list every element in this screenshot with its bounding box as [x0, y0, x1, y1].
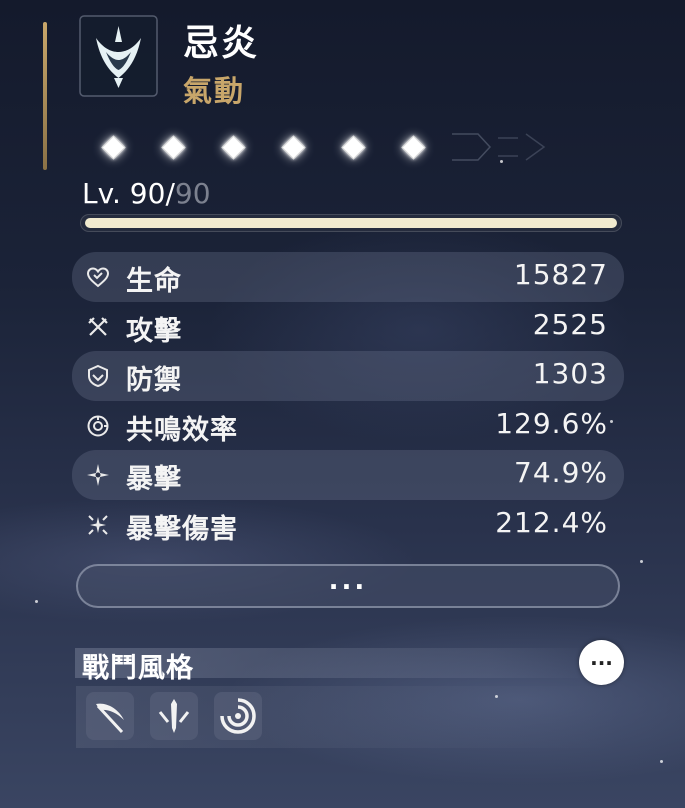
- more-stats-button[interactable]: ...: [76, 564, 620, 608]
- aero-element-icon: [76, 12, 161, 100]
- stat-value: 129.6%: [495, 406, 608, 440]
- level-progress-fill: [85, 218, 617, 228]
- sword-icon[interactable]: [150, 692, 198, 740]
- diamond-icon: [160, 134, 186, 160]
- stat-value: 1303: [532, 357, 608, 390]
- stat-value: 212.4%: [495, 505, 608, 539]
- background-star: [660, 760, 663, 763]
- background-star: [35, 600, 38, 603]
- whirlwind-icon[interactable]: [214, 692, 262, 740]
- stat-label: 攻擊: [126, 315, 182, 347]
- character-attribute: 氣動: [183, 74, 246, 108]
- stat-row-crit-rate: 暴擊 74.9%: [72, 450, 624, 500]
- diamond-icon: [220, 134, 246, 160]
- sequence-decoration: [452, 133, 546, 161]
- stat-label: 暴擊傷害: [126, 513, 238, 545]
- shield-icon: [88, 364, 108, 388]
- diamond-icon: [400, 134, 426, 160]
- stat-row-atk: 攻擊 2525: [72, 302, 624, 352]
- sequence-node[interactable]: [216, 132, 250, 162]
- sequence-node[interactable]: [396, 132, 430, 162]
- combat-style-more-button[interactable]: ···: [579, 640, 624, 685]
- stat-label: 共鳴效率: [126, 414, 238, 446]
- stat-row-crit-dmg: 暴擊傷害 212.4%: [72, 500, 624, 550]
- diamond-icon: [340, 134, 366, 160]
- combat-style-title: 戰鬥風格: [82, 653, 194, 684]
- character-name: 忌炎: [183, 23, 260, 64]
- level-label: Lv. 90/90: [82, 177, 211, 210]
- sequence-node[interactable]: [96, 132, 130, 162]
- diamond-icon: [100, 134, 126, 160]
- sequence-node[interactable]: [156, 132, 190, 162]
- resonance-icon: [87, 415, 109, 436]
- more-stats-label: ...: [328, 566, 368, 596]
- crossed-swords-icon: [88, 316, 108, 336]
- more-dots: ···: [590, 650, 613, 675]
- stats-list: 生命 15827 攻擊 2525 防禦 1303 共鳴效率 129.6% 暴擊 …: [72, 252, 624, 549]
- stat-value: 15827: [513, 258, 608, 291]
- stat-value: 2525: [532, 307, 608, 341]
- sequence-node[interactable]: [336, 132, 370, 162]
- stat-row-hp: 生命 15827: [72, 252, 624, 302]
- diamond-icon: [280, 134, 306, 160]
- scythe-icon[interactable]: [86, 692, 134, 740]
- max-level: 90: [174, 177, 211, 210]
- current-level: 90: [129, 177, 166, 210]
- stat-label: 暴擊: [126, 464, 182, 495]
- sequence-nodes: [88, 126, 548, 168]
- level-progress-bar: [80, 214, 622, 232]
- heart-icon: [86, 267, 110, 288]
- sequence-node[interactable]: [276, 132, 310, 162]
- stat-row-def: 防禦 1303: [72, 351, 624, 401]
- background-star: [640, 560, 643, 563]
- stat-label: 生命: [126, 266, 182, 297]
- crit-star-icon: [87, 464, 109, 486]
- accent-bar: [43, 22, 47, 170]
- stat-value: 74.9%: [514, 456, 608, 489]
- stat-label: 防禦: [126, 365, 182, 396]
- stat-row-energy-regen: 共鳴效率 129.6%: [72, 401, 624, 451]
- crit-burst-icon: [88, 514, 108, 535]
